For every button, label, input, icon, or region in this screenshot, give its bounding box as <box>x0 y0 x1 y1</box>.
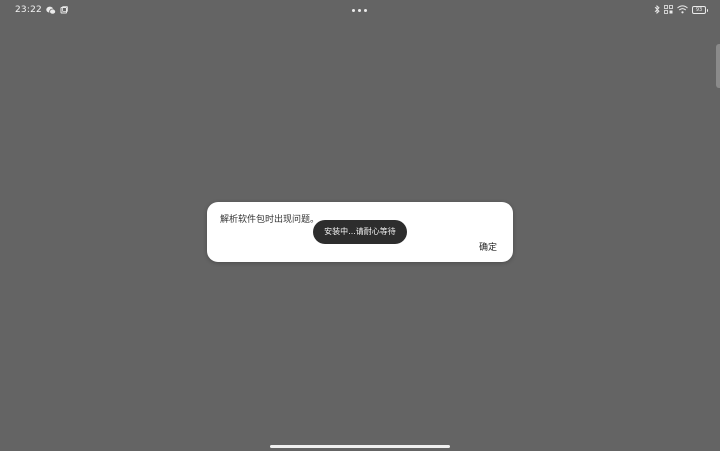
status-bar: 23:22 93 <box>0 0 720 22</box>
wechat-icon <box>46 6 56 15</box>
status-right: 93 <box>654 5 708 14</box>
more-options-dots[interactable] <box>352 9 367 12</box>
dialog-message: 解析软件包时出现问题。 <box>220 215 320 225</box>
dot-icon <box>364 9 367 12</box>
nfc-icon <box>664 5 673 14</box>
battery-icon: 93 <box>692 5 708 14</box>
status-time: 23:22 <box>15 5 42 15</box>
wifi-icon <box>677 5 688 14</box>
dot-icon <box>358 9 361 12</box>
status-left: 23:22 <box>15 5 68 15</box>
notification-square-icon <box>60 6 68 14</box>
confirm-button[interactable]: 确定 <box>479 240 497 253</box>
screen: 23:22 93 解析软件包时出现问题。 确定 安装中...请耐心等待 <box>0 0 720 451</box>
home-indicator[interactable] <box>270 445 450 448</box>
installing-toast: 安装中...请耐心等待 <box>313 220 407 244</box>
bluetooth-icon <box>654 5 660 14</box>
edge-sidebar-handle[interactable] <box>716 44 720 88</box>
dot-icon <box>352 9 355 12</box>
